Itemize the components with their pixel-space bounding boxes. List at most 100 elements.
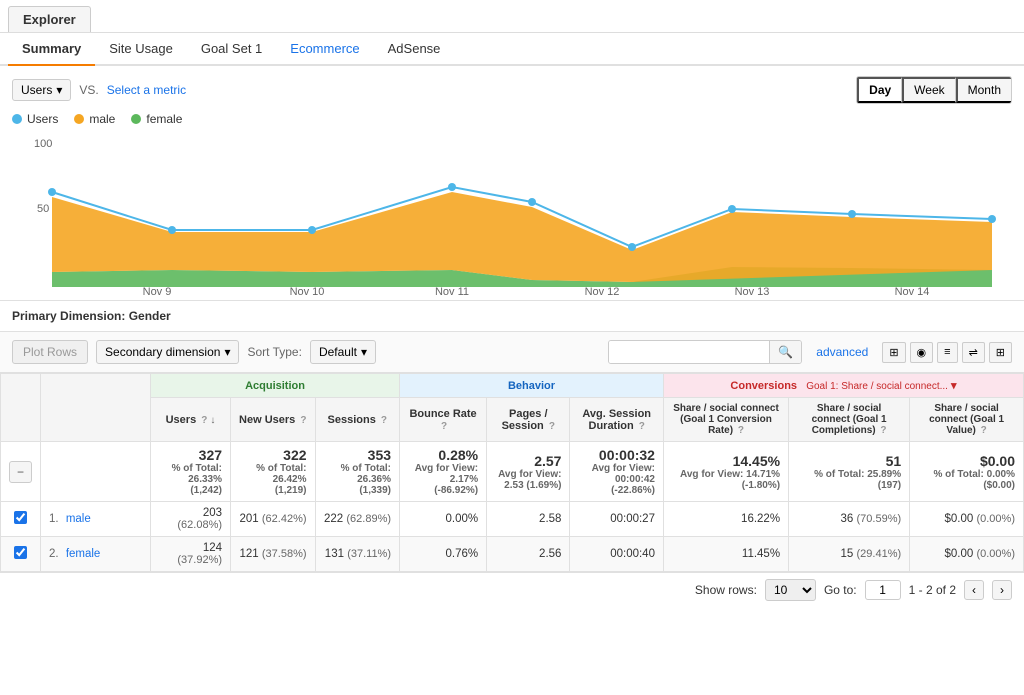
x-label-nov14: Nov 14 bbox=[895, 286, 930, 297]
search-input[interactable] bbox=[609, 341, 769, 363]
row2-new-users: 121 (37.58%) bbox=[231, 537, 316, 572]
secondary-dimension-dropdown[interactable]: Secondary dimension ▾ bbox=[96, 340, 239, 364]
col-share-conv-label: Share / social connect (Goal 1 Conversio… bbox=[673, 403, 779, 436]
row1-users-val: 203 bbox=[203, 507, 222, 519]
explorer-tab[interactable]: Explorer bbox=[8, 6, 91, 32]
totals-row: − 327 % of Total: 26.33% (1,242) 322 % o… bbox=[1, 442, 1024, 502]
go-to-label: Go to: bbox=[824, 583, 857, 597]
row2-checkbox-cell[interactable] bbox=[1, 537, 41, 572]
datapoint-6[interactable] bbox=[628, 243, 636, 251]
tab-adsense[interactable]: AdSense bbox=[374, 33, 455, 66]
legend-label-users: Users bbox=[27, 112, 58, 126]
datapoint-3[interactable] bbox=[308, 226, 316, 234]
primary-dimension-bar: Primary Dimension: Gender bbox=[0, 301, 1024, 332]
view-pie-button[interactable]: ◉ bbox=[910, 342, 934, 363]
x-label-nov10: Nov 10 bbox=[290, 286, 325, 297]
minus-button[interactable]: − bbox=[9, 461, 32, 483]
sort-default-label: Default bbox=[319, 345, 357, 359]
tab-site-usage[interactable]: Site Usage bbox=[95, 33, 187, 66]
total-share-val: $0.00 % of Total: 0.00% ($0.00) bbox=[910, 442, 1024, 502]
sort-type-label: Sort Type: bbox=[247, 345, 301, 359]
search-icon-button[interactable]: 🔍 bbox=[769, 341, 801, 363]
row2-checkbox[interactable] bbox=[14, 546, 27, 559]
data-toolbar: Plot Rows Secondary dimension ▾ Sort Typ… bbox=[0, 332, 1024, 373]
datapoint-8[interactable] bbox=[848, 210, 856, 218]
pagination-bar: Show rows: 10 25 50 100 Go to: 1 - 2 of … bbox=[0, 572, 1024, 607]
view-list-button[interactable]: ≡ bbox=[937, 342, 957, 363]
col-avg-help: ? bbox=[639, 421, 645, 432]
total-avg-sub: Avg for View: 00:00:42 (-22.86%) bbox=[578, 463, 655, 496]
datapoint-2[interactable] bbox=[168, 226, 176, 234]
row1-gender-link[interactable]: male bbox=[66, 513, 91, 525]
next-page-button[interactable]: › bbox=[992, 580, 1012, 600]
tab-ecommerce[interactable]: Ecommerce bbox=[276, 33, 373, 66]
row1-share-val: $0.00 (0.00%) bbox=[910, 502, 1024, 537]
row1-checkbox[interactable] bbox=[14, 511, 27, 524]
total-share-comp-val: 51 bbox=[886, 453, 902, 469]
primary-dimension-label: Primary Dimension: bbox=[12, 309, 125, 323]
goal-label: Goal 1: Share / social connect... bbox=[806, 381, 948, 392]
total-label-cell bbox=[41, 442, 151, 502]
rows-per-page-select[interactable]: 10 25 50 100 bbox=[765, 579, 816, 601]
time-btn-week[interactable]: Week bbox=[902, 77, 955, 103]
total-share-val-val: $0.00 bbox=[980, 453, 1015, 469]
time-period-buttons: Day Week Month bbox=[856, 76, 1012, 104]
th-acquisition: Acquisition bbox=[151, 374, 400, 398]
datapoint-9[interactable] bbox=[988, 215, 996, 223]
total-sessions-sub: % of Total: 26.36% (1,339) bbox=[324, 463, 392, 496]
th-share-comp: Share / social connect (Goal 1 Completio… bbox=[789, 398, 910, 442]
th-share-val: Share / social connect (Goal 1 Value) ? bbox=[910, 398, 1024, 442]
row1-share-conv: 16.22% bbox=[663, 502, 788, 537]
datapoint-4[interactable] bbox=[448, 183, 456, 191]
time-btn-day[interactable]: Day bbox=[857, 77, 902, 103]
prev-page-button[interactable]: ‹ bbox=[964, 580, 984, 600]
datapoint-7[interactable] bbox=[728, 205, 736, 213]
sort-default-arrow: ▾ bbox=[361, 345, 367, 359]
row2-share-comp-pct: (29.41%) bbox=[857, 548, 902, 560]
vs-label: VS. bbox=[79, 83, 98, 97]
row2-sessions-val: 131 bbox=[325, 548, 344, 560]
select-metric-link[interactable]: Select a metric bbox=[107, 83, 186, 97]
col-bounce-label: Bounce Rate bbox=[409, 408, 476, 420]
view-pivot-button[interactable]: ⊞ bbox=[989, 342, 1012, 363]
plot-rows-button[interactable]: Plot Rows bbox=[12, 340, 88, 364]
x-label-nov9: Nov 9 bbox=[143, 286, 172, 297]
advanced-link[interactable]: advanced bbox=[816, 345, 868, 359]
col-pages-help: ? bbox=[549, 421, 555, 432]
row2-gender-link[interactable]: female bbox=[66, 548, 101, 560]
time-btn-month[interactable]: Month bbox=[956, 77, 1011, 103]
th-sessions: Sessions ? bbox=[315, 398, 400, 442]
row1-share-val-pct: (0.00%) bbox=[976, 513, 1015, 525]
row2-share-val-pct: (0.00%) bbox=[976, 548, 1015, 560]
legend-dot-users bbox=[12, 114, 22, 124]
row1-pages: 2.58 bbox=[487, 502, 570, 537]
secondary-dim-label: Secondary dimension bbox=[105, 345, 220, 359]
total-bounce-val: 0.28% bbox=[438, 447, 478, 463]
tab-summary[interactable]: Summary bbox=[8, 33, 95, 66]
y-label-100: 100 bbox=[34, 138, 52, 150]
row1-checkbox-cell[interactable] bbox=[1, 502, 41, 537]
tab-goal-set-1[interactable]: Goal Set 1 bbox=[187, 33, 276, 66]
legend-label-female: female bbox=[146, 112, 182, 126]
row2-new-users-val: 121 bbox=[239, 548, 258, 560]
col-sessions-label: Sessions bbox=[328, 414, 376, 426]
col-new-users-help: ? bbox=[300, 415, 306, 426]
view-compare-button[interactable]: ⇌ bbox=[962, 342, 985, 363]
page-number-input[interactable] bbox=[865, 580, 901, 600]
row2-share-val-val: $0.00 bbox=[944, 548, 973, 560]
metric-users-button[interactable]: Users ▾ bbox=[12, 79, 71, 101]
row2-share-conv: 11.45% bbox=[663, 537, 788, 572]
col-share-comp-label: Share / social connect (Goal 1 Completio… bbox=[812, 403, 887, 436]
datapoint-5[interactable] bbox=[528, 198, 536, 206]
row1-rank: 1. bbox=[49, 513, 59, 525]
row2-share-comp-val: 15 bbox=[841, 548, 854, 560]
view-grid-button[interactable]: ⊞ bbox=[882, 342, 905, 363]
col-users-sort[interactable]: ↓ bbox=[210, 415, 215, 426]
total-users: 327 % of Total: 26.33% (1,242) bbox=[151, 442, 231, 502]
nav-tabs: Summary Site Usage Goal Set 1 Ecommerce … bbox=[0, 33, 1024, 66]
sort-default-dropdown[interactable]: Default ▾ bbox=[310, 340, 376, 364]
goal-dropdown[interactable]: ▾ bbox=[951, 380, 957, 392]
row1-share-comp-pct: (70.59%) bbox=[857, 513, 902, 525]
th-new-users: New Users ? bbox=[231, 398, 316, 442]
datapoint-1[interactable] bbox=[48, 188, 56, 196]
